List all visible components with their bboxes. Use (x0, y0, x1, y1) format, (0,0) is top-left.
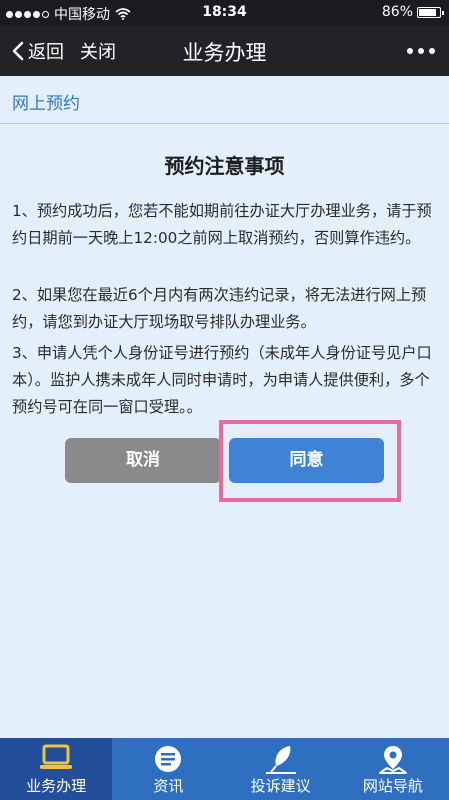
notice-item-2: 2、如果您在最近6个月内有两次违约记录，将无法进行网上预约，请您到办证大厅现场取… (12, 286, 427, 331)
tab-site-navigation[interactable]: 网站导航 (337, 738, 449, 800)
notice-item-1: 1、预约成功后，您若不能如期前往办证大厅办理业务，请于预约日期前一天晚上12:0… (12, 202, 432, 247)
tab-label: 资讯 (153, 777, 184, 795)
more-dots-icon (407, 48, 413, 54)
status-bar: 中国移动 18:34 86% (0, 0, 449, 26)
battery-percent: 86% (381, 4, 413, 20)
tab-label: 业务办理 (26, 777, 87, 795)
navigation-bar: 返回 关闭 业务办理 (0, 26, 449, 76)
feather-icon (265, 746, 296, 774)
tab-label: 投诉建议 (250, 777, 311, 795)
cancel-button[interactable]: 取消 (65, 438, 221, 483)
bottom-tab-bar: 业务办理 资讯 投诉建议 网站导航 (0, 738, 449, 800)
news-icon (155, 746, 182, 772)
battery-icon (417, 6, 444, 18)
section-header: 网上预约 (0, 76, 449, 124)
section-title: 网上预约 (12, 94, 80, 114)
tab-label: 网站导航 (362, 777, 423, 795)
page-title: 业务办理 (182, 41, 267, 65)
tab-complaints[interactable]: 投诉建议 (225, 738, 337, 800)
tab-business[interactable]: 业务办理 (0, 738, 113, 800)
highlight-box (219, 420, 401, 502)
notice-item-3: 3、申请人凭个人身份证号进行预约（未成年人身份证号见户口本）。监护人携未成年人同… (12, 344, 432, 416)
notice-title: 预约注意事项 (164, 154, 285, 178)
laptop-icon (40, 744, 73, 769)
map-pin-icon (378, 746, 407, 774)
tab-news[interactable]: 资讯 (112, 738, 224, 800)
more-options-button[interactable] (407, 48, 435, 54)
